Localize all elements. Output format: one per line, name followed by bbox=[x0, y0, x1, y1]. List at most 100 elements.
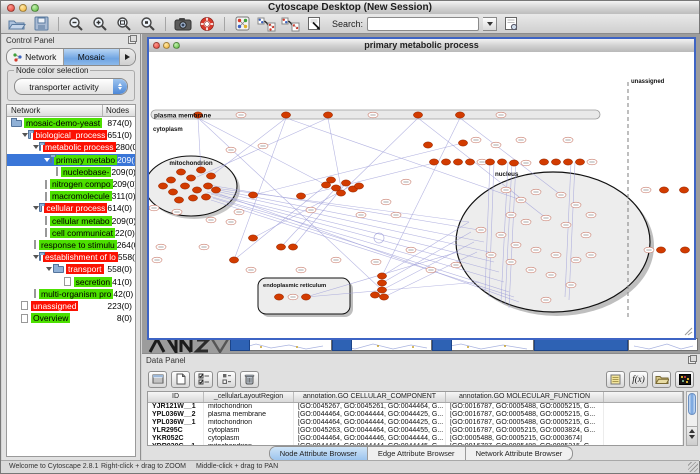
zoom-window-button[interactable] bbox=[31, 4, 39, 12]
tree-row-nucleobase-[interactable]: nucleobase-209(0) bbox=[7, 166, 135, 178]
network-node[interactable] bbox=[201, 194, 210, 200]
network-node[interactable] bbox=[377, 273, 386, 279]
canvas-resize-grip[interactable] bbox=[685, 328, 692, 335]
delete-attribute-button[interactable] bbox=[240, 371, 259, 388]
tree-row-multi-organism-pro[interactable]: multi-organism pro42(0) bbox=[7, 288, 135, 300]
expand-arrow-icon[interactable] bbox=[44, 267, 53, 271]
network-node[interactable] bbox=[206, 173, 215, 179]
matrix-view-button[interactable] bbox=[675, 371, 694, 388]
table-row[interactable]: YJR121W__1mitochondrion[GO:0045267, GO:0… bbox=[148, 403, 683, 411]
network-node[interactable] bbox=[166, 177, 175, 183]
table-column-header[interactable]: ID bbox=[148, 392, 204, 402]
network-node[interactable] bbox=[377, 287, 386, 293]
network-node[interactable] bbox=[575, 159, 584, 165]
network-node[interactable] bbox=[211, 187, 220, 193]
network-node[interactable] bbox=[370, 292, 379, 298]
tree-row-macromolecule[interactable]: macromolecule311(0) bbox=[7, 190, 135, 202]
network-node[interactable] bbox=[680, 247, 689, 253]
tree-row-secretion[interactable]: secretion41(0) bbox=[7, 275, 135, 287]
float-panel-icon[interactable] bbox=[688, 356, 696, 364]
zoom-network-window-button[interactable] bbox=[173, 42, 180, 49]
close-window-button[interactable] bbox=[7, 4, 15, 12]
tab-edge-attribute-browser[interactable]: Edge Attribute Browser bbox=[368, 447, 466, 460]
tree-row-mosaic-demo-yeast[interactable]: mosaic-demo-yeast874(0) bbox=[7, 117, 135, 129]
import-attributes-button[interactable] bbox=[280, 15, 300, 32]
unselect-columns-button[interactable] bbox=[217, 371, 236, 388]
table-column-header[interactable] bbox=[604, 392, 683, 402]
minimize-network-window-button[interactable] bbox=[163, 42, 170, 49]
tree-row-primary-metabo[interactable]: primary metabo209(... bbox=[7, 154, 135, 166]
network-node[interactable] bbox=[203, 183, 212, 189]
tree-row-transport[interactable]: transport558(0) bbox=[7, 263, 135, 275]
network-node[interactable] bbox=[296, 193, 305, 199]
import-attribute-file-button[interactable] bbox=[652, 371, 671, 388]
function-builder-button[interactable]: f(x) bbox=[629, 371, 648, 388]
network-node[interactable] bbox=[458, 140, 467, 146]
network-node[interactable] bbox=[274, 294, 283, 300]
tree-row-establishment-of-lo[interactable]: establishment of lo558(0) bbox=[7, 251, 135, 263]
network-node[interactable] bbox=[441, 159, 450, 165]
tree-row-cellular-process[interactable]: cellular process614(0) bbox=[7, 202, 135, 214]
help-button[interactable] bbox=[197, 15, 217, 32]
table-column-header[interactable]: annotation.GO CELLULAR_COMPONENT bbox=[294, 392, 446, 402]
tree-header-nodes[interactable]: Nodes bbox=[103, 105, 135, 116]
show-all-columns-button[interactable] bbox=[148, 371, 167, 388]
network-node[interactable] bbox=[326, 177, 335, 183]
zoom-in-button[interactable] bbox=[90, 15, 110, 32]
tab-mosaic[interactable]: Mosaic bbox=[64, 49, 121, 65]
minimize-window-button[interactable] bbox=[19, 4, 27, 12]
float-panel-icon[interactable] bbox=[128, 36, 136, 44]
annotation-button[interactable] bbox=[304, 15, 324, 32]
zoom-fit-button[interactable] bbox=[114, 15, 134, 32]
table-vertical-scrollbar[interactable] bbox=[686, 391, 698, 446]
network-node[interactable] bbox=[497, 159, 506, 165]
network-node[interactable] bbox=[276, 244, 285, 250]
network-node[interactable] bbox=[455, 112, 464, 118]
network-node[interactable] bbox=[174, 197, 183, 203]
network-node[interactable] bbox=[336, 190, 345, 196]
network-node[interactable] bbox=[413, 112, 422, 118]
network-node[interactable] bbox=[679, 187, 688, 193]
tree-row-metabolic-process[interactable]: metabolic process280(0) bbox=[7, 141, 135, 153]
network-node[interactable] bbox=[453, 159, 462, 165]
network-node[interactable] bbox=[539, 159, 548, 165]
new-attribute-button[interactable] bbox=[171, 371, 190, 388]
tab-network[interactable]: Network bbox=[7, 49, 64, 65]
tree-row-overview[interactable]: Overview8(0) bbox=[7, 312, 135, 324]
network-node[interactable] bbox=[168, 189, 177, 195]
network-node[interactable] bbox=[563, 159, 572, 165]
network-node[interactable] bbox=[176, 169, 185, 175]
search-input[interactable] bbox=[367, 17, 479, 31]
vizmapper-button[interactable] bbox=[232, 15, 252, 32]
network-node[interactable] bbox=[196, 167, 205, 173]
network-canvas[interactable]: plasma membranecytoplasmmitochondrionnuc… bbox=[149, 52, 694, 338]
tree-row-biological-process[interactable]: biological_process651(0) bbox=[7, 129, 135, 141]
zoom-selected-region-button[interactable] bbox=[138, 15, 158, 32]
table-column-header[interactable]: _cellularLayoutRegion bbox=[204, 392, 294, 402]
table-row[interactable]: YKR052Ccytoplasm[GO:0044464, GO:0044446,… bbox=[148, 435, 683, 443]
network-node[interactable] bbox=[281, 112, 290, 118]
network-node[interactable] bbox=[429, 159, 438, 165]
network-node[interactable] bbox=[288, 244, 297, 250]
save-session-button[interactable] bbox=[31, 15, 51, 32]
network-node[interactable] bbox=[158, 183, 167, 189]
tree-row-nitrogen-compo[interactable]: nitrogen compo209(0) bbox=[7, 178, 135, 190]
close-network-window-button[interactable] bbox=[153, 42, 160, 49]
node-color-dropdown[interactable]: transporter activity bbox=[14, 78, 128, 95]
open-file-button[interactable] bbox=[7, 15, 27, 32]
scrollbar-buttons[interactable] bbox=[687, 426, 697, 445]
tree-row-unassigned[interactable]: unassigned223(0) bbox=[7, 300, 135, 312]
select-attributes-button[interactable] bbox=[194, 371, 213, 388]
network-node[interactable] bbox=[485, 159, 494, 165]
scrollbar-thumb[interactable] bbox=[688, 393, 696, 415]
network-node[interactable] bbox=[180, 183, 189, 189]
tab-node-attribute-browser[interactable]: Node Attribute Browser bbox=[270, 447, 368, 460]
network-node[interactable] bbox=[659, 187, 668, 193]
network-node[interactable] bbox=[188, 195, 197, 201]
network-node[interactable] bbox=[323, 112, 332, 118]
network-window-titlebar[interactable]: primary metabolic process bbox=[149, 39, 694, 53]
network-node[interactable] bbox=[354, 183, 363, 189]
network-node[interactable] bbox=[379, 294, 388, 300]
table-column-header[interactable]: annotation.GO MOLECULAR_FUNCTION bbox=[446, 392, 604, 402]
resize-grip[interactable] bbox=[688, 462, 698, 472]
